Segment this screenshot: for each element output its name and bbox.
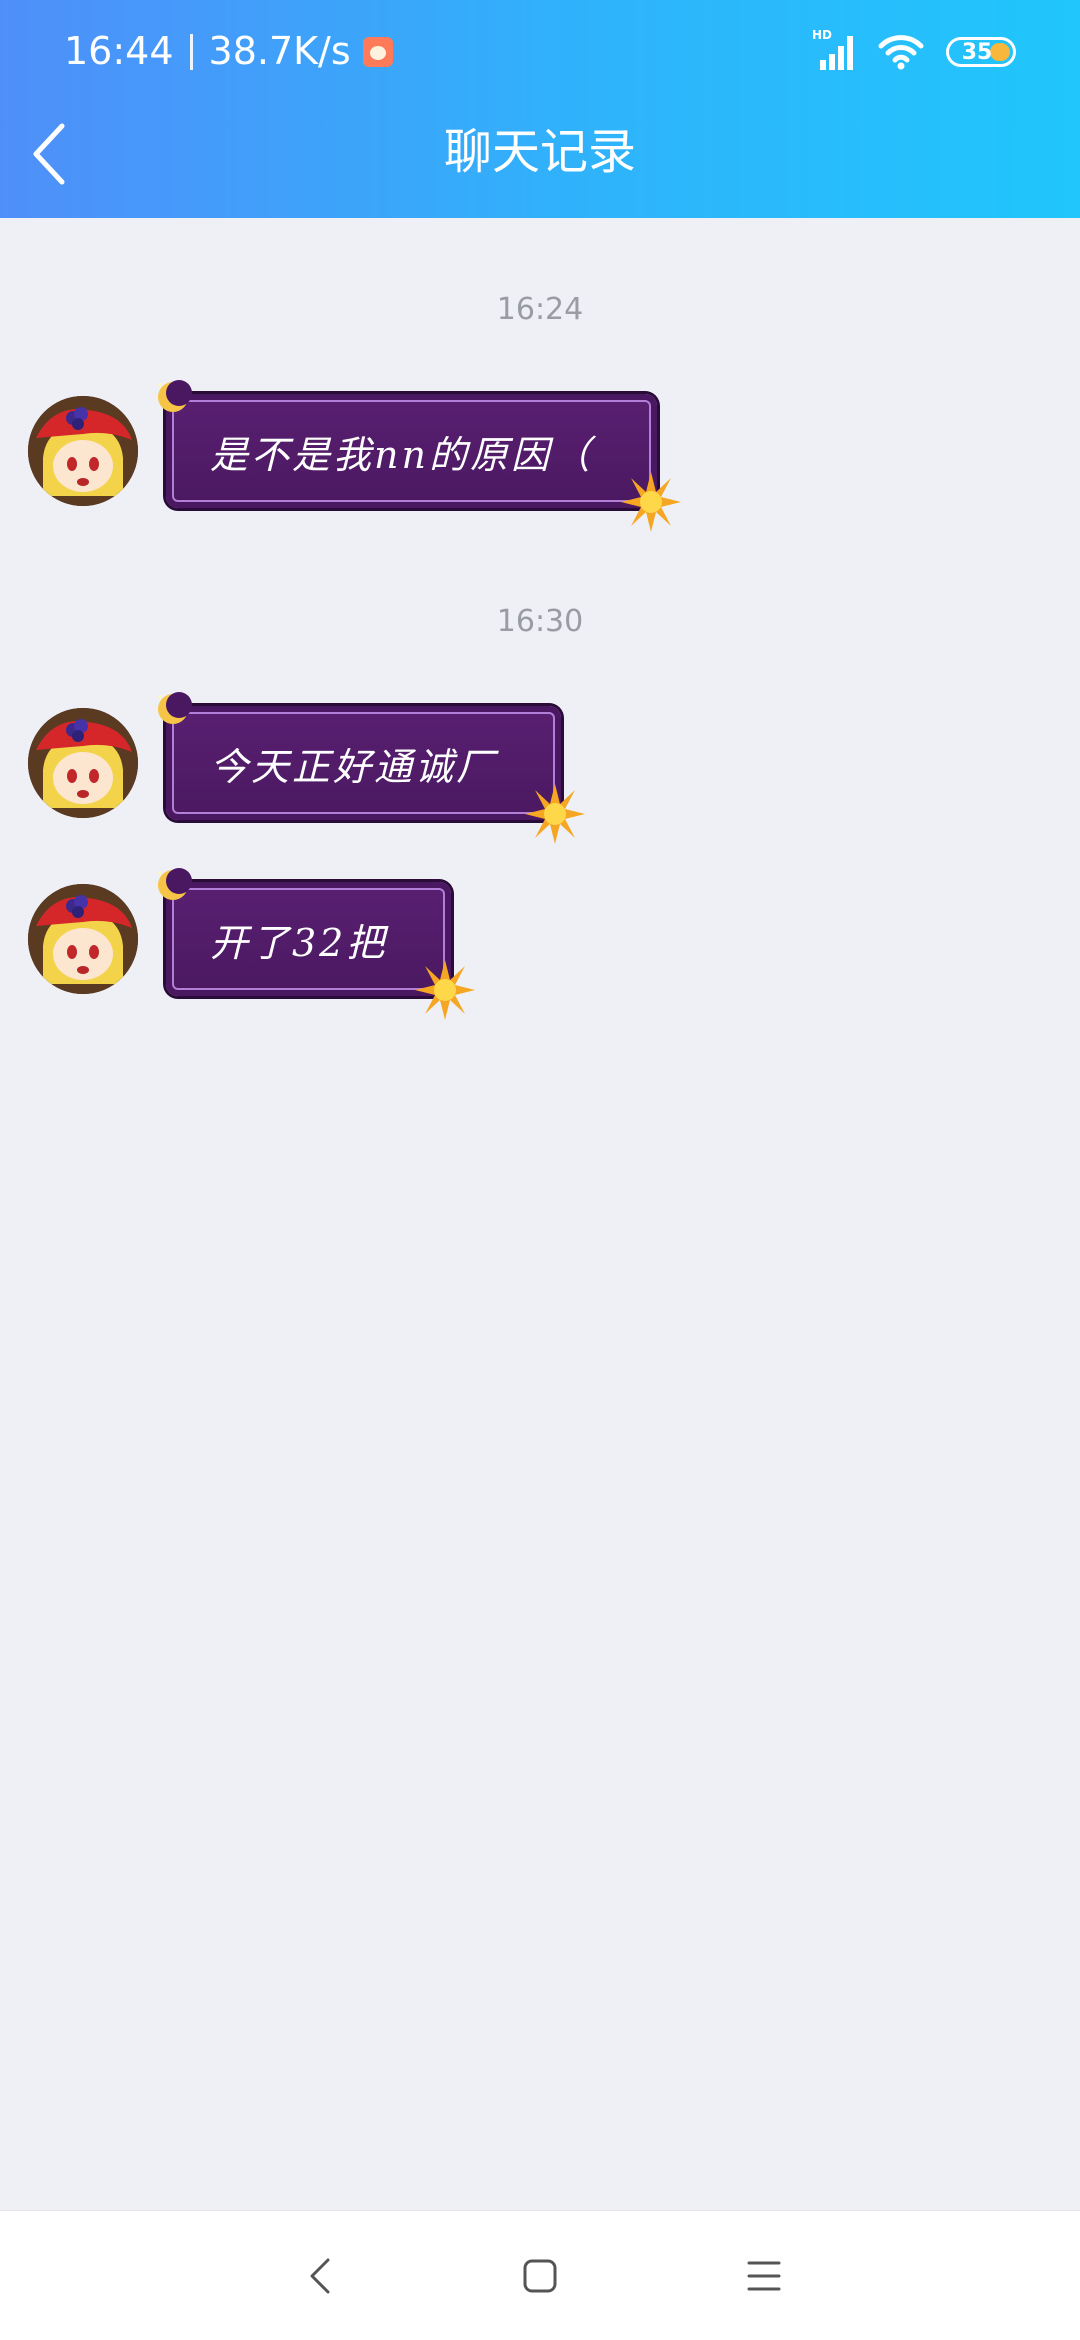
moon-icon bbox=[158, 692, 192, 724]
battery-icon: 35 bbox=[946, 37, 1016, 67]
status-icons: HD 35 bbox=[812, 28, 1016, 74]
page-title: 聊天记录 bbox=[443, 124, 636, 180]
network-speed: 38.7K/s bbox=[208, 29, 351, 73]
menu-nav-icon bbox=[747, 2261, 781, 2291]
timestamp: 16:24 bbox=[496, 292, 584, 327]
message-text: 开了32把 bbox=[210, 920, 388, 965]
wifi-icon bbox=[878, 35, 924, 70]
avatar-image bbox=[28, 396, 138, 506]
system-menu-button[interactable] bbox=[734, 2246, 794, 2306]
message-row: 是不是我nn的原因（ bbox=[0, 380, 1080, 532]
sun-icon bbox=[415, 960, 476, 1020]
clock: 16:44 bbox=[64, 29, 174, 73]
moon-icon bbox=[158, 380, 192, 412]
app-notification-icon bbox=[362, 37, 393, 67]
message-row: 今天正好通诚厂 bbox=[0, 692, 1080, 844]
system-nav-bar bbox=[0, 2210, 1080, 2340]
signal-icon: HD bbox=[812, 28, 856, 72]
message-row: 开了32把 bbox=[0, 868, 1080, 1020]
avatar[interactable] bbox=[28, 708, 138, 818]
status-bar: 16:44 38.7K/s HD 35 bbox=[0, 0, 1080, 100]
avatar[interactable] bbox=[28, 884, 138, 994]
message-text: 今天正好通诚厂 bbox=[210, 744, 498, 789]
avatar-image bbox=[28, 708, 138, 818]
system-back-button[interactable] bbox=[290, 2246, 350, 2306]
header: 16:44 38.7K/s HD 35 聊天记录 bbox=[0, 0, 1080, 218]
sun-icon bbox=[620, 472, 681, 532]
message-text: 是不是我nn的原因（ bbox=[210, 432, 593, 477]
system-home-button[interactable] bbox=[510, 2246, 570, 2306]
avatar-image bbox=[28, 884, 138, 994]
battery-fill bbox=[990, 43, 1010, 61]
message-bubble[interactable]: 是不是我nn的原因（ bbox=[158, 380, 681, 532]
status-time-block: 16:44 38.7K/s bbox=[64, 26, 393, 76]
signal-hd-label: HD bbox=[812, 28, 833, 42]
message-bubble[interactable]: 开了32把 bbox=[158, 868, 476, 1020]
message-bubble[interactable]: 今天正好通诚厂 bbox=[158, 692, 586, 844]
timestamp: 16:30 bbox=[496, 604, 584, 639]
home-nav-icon bbox=[523, 2259, 557, 2293]
back-nav-icon bbox=[310, 2258, 330, 2294]
status-separator bbox=[189, 34, 193, 70]
nav-bar: 聊天记录 bbox=[0, 100, 1080, 218]
sun-icon bbox=[525, 784, 586, 844]
chat-history-screen: 16:44 38.7K/s HD 35 聊天记录 16:24 是不是我nn的原因… bbox=[0, 0, 1080, 2340]
battery-level: 35 bbox=[961, 39, 993, 65]
chat-history-list[interactable]: 16:24 是不是我nn的原因（ 16:30 今天正好通诚厂 开了32把 bbox=[0, 218, 1080, 2210]
avatar[interactable] bbox=[28, 396, 138, 506]
moon-icon bbox=[158, 868, 192, 900]
